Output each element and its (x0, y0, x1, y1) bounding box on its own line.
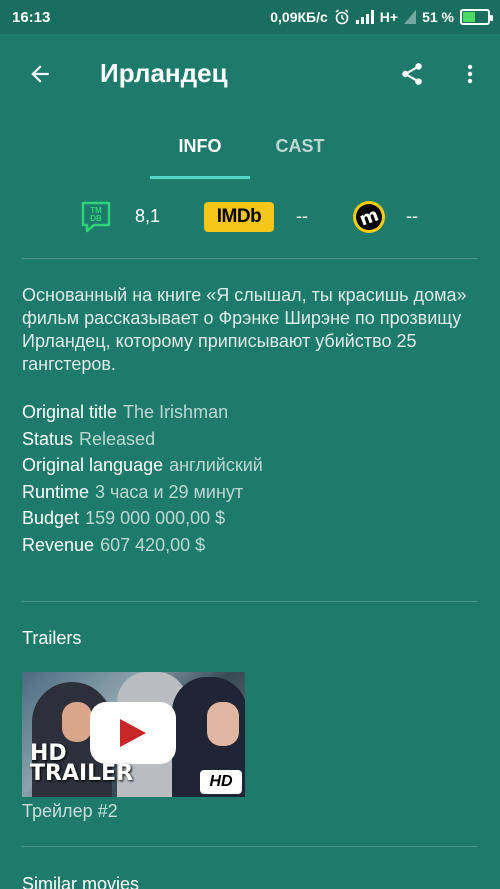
detail-value: английский (169, 455, 263, 475)
detail-label: Status (22, 428, 74, 449)
share-button[interactable] (394, 56, 430, 92)
detail-label: Revenue (22, 534, 95, 555)
app-toolbar: Ирландец (0, 34, 500, 114)
status-indicators: 0,09КБ/с H+ 51 % (270, 9, 493, 25)
detail-label: Budget (22, 508, 80, 528)
similar-movies-title: Similar movies (22, 874, 140, 889)
battery-percent: 51 % (422, 9, 454, 25)
detail-label: Original title (22, 402, 118, 422)
trailer-thumbnail[interactable]: HD TRAILER HD (22, 672, 245, 797)
imdb-rating: -- (296, 206, 308, 226)
detail-label: Runtime (22, 481, 90, 502)
metacritic-icon[interactable]: m (352, 200, 386, 234)
detail-value: 607 420,00 $ (100, 534, 206, 555)
arrow-left-icon (31, 65, 49, 83)
trailers-title: Trailers (22, 628, 82, 648)
active-tab-indicator (150, 176, 250, 179)
detail-status: Status Released (22, 427, 478, 454)
movie-overview: Основанный на книге «Я слышал, ты красиш… (22, 285, 467, 374)
trailer-overlay-text: HD TRAILER (30, 741, 134, 786)
status-bar: 16:13 0,09КБ/с H+ 51 % (0, 0, 500, 34)
imdb-badge[interactable]: IMDb (204, 202, 274, 232)
divider (22, 846, 478, 847)
back-button[interactable] (22, 56, 58, 92)
thumbnail-figure (207, 702, 239, 746)
tab-info[interactable]: INFO (150, 128, 250, 180)
tmdb-rating: 8,1 (135, 206, 161, 226)
network-speed: 0,09КБ/с (270, 9, 328, 25)
tab-cast[interactable]: CAST (250, 128, 350, 180)
signal-icon (355, 10, 374, 24)
thumbnail-figure (62, 702, 92, 742)
hd-badge: HD (200, 770, 242, 794)
share-icon (402, 63, 422, 85)
more-vert-icon (467, 64, 473, 84)
network-type: H+ (379, 9, 399, 25)
trailer-caption: Трейлер #2 (22, 801, 118, 821)
detail-value: Released (79, 428, 156, 449)
detail-value: The Irishman (123, 402, 229, 422)
detail-budget: Budget 159 000 000,00 $ (22, 506, 478, 533)
detail-value: 3 часа и 29 минут (95, 481, 244, 502)
battery-icon (460, 9, 493, 25)
metacritic-rating: -- (406, 206, 418, 226)
signal-icon-2 (404, 10, 417, 24)
detail-original-language: Original language английский (22, 453, 478, 480)
more-options-button[interactable] (452, 56, 488, 92)
detail-value: 159 000 000,00 $ (85, 508, 226, 528)
detail-label: Original language (22, 455, 164, 475)
svg-text:DB: DB (90, 214, 102, 223)
ratings-row: TM DB 8,1 IMDb -- m -- (0, 196, 500, 240)
detail-original-title: Original title The Irishman (22, 400, 478, 427)
divider (22, 601, 478, 602)
tab-bar: INFO CAST (0, 128, 500, 180)
detail-revenue: Revenue 607 420,00 $ (22, 533, 478, 560)
status-time: 16:13 (12, 8, 51, 26)
tmdb-icon[interactable]: TM DB (80, 200, 112, 234)
divider (22, 258, 478, 259)
movie-details: Original title The Irishman Status Release… (22, 400, 478, 559)
alarm-icon (335, 9, 349, 25)
page-title: Ирландец (100, 58, 228, 88)
detail-runtime: Runtime 3 часа и 29 минут (22, 480, 478, 507)
